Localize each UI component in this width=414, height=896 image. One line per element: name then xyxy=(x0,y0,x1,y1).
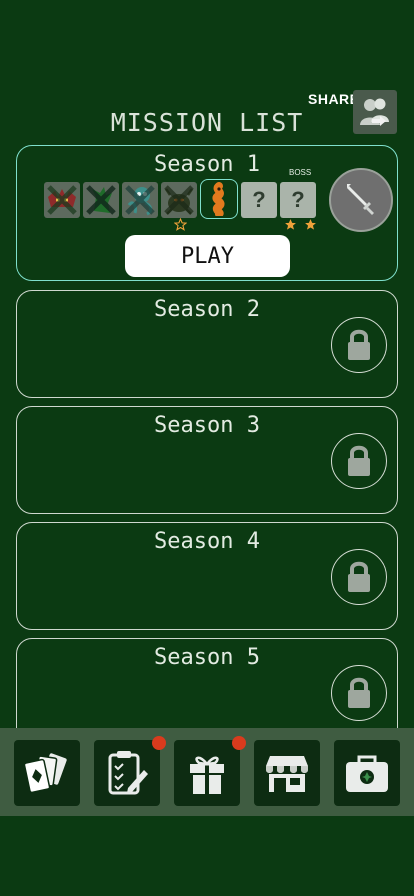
star-filled-icon xyxy=(285,219,296,230)
cards-icon xyxy=(23,753,67,794)
level-list: ? ? xyxy=(44,179,316,219)
nav-gift-button[interactable] xyxy=(174,736,246,806)
season-lock xyxy=(331,665,387,721)
boss-stars xyxy=(284,218,317,234)
medkit-icon xyxy=(346,755,388,792)
battle-button[interactable] xyxy=(329,168,393,232)
notification-badge xyxy=(152,736,166,750)
level-7-boss[interactable]: ? xyxy=(280,182,316,218)
season-card-4[interactable]: Season 4 xyxy=(16,522,398,630)
season-title: Season 1 xyxy=(154,152,260,177)
level-6-locked[interactable]: ? xyxy=(241,182,277,218)
nav-medkit-button[interactable] xyxy=(334,740,400,806)
season-lock xyxy=(331,549,387,605)
dark-beetle-icon xyxy=(164,185,194,215)
star-outline-icon xyxy=(173,217,188,231)
nav-shop-button[interactable] xyxy=(254,740,320,806)
season-lock xyxy=(331,317,387,373)
sword-icon xyxy=(347,184,374,215)
level-4-stars xyxy=(173,217,188,234)
orange-worm-icon xyxy=(212,182,225,216)
lock-icon xyxy=(348,677,370,708)
season-card-1: Season 1 BOSS ? ? PLAY xyxy=(16,145,398,281)
blue-octopus-icon xyxy=(125,185,155,216)
level-3[interactable] xyxy=(122,182,158,218)
page-title: MISSION LIST xyxy=(110,108,304,137)
lock-icon xyxy=(348,561,370,592)
bottom-nav xyxy=(0,728,414,816)
shop-icon xyxy=(266,756,308,792)
season-card-3[interactable]: Season 3 xyxy=(16,406,398,514)
clipboard-checklist-icon xyxy=(108,751,148,795)
season-title: Season 3 xyxy=(154,413,260,438)
notification-badge xyxy=(232,736,246,750)
boss-label: BOSS xyxy=(289,168,312,177)
nav-missions-button[interactable] xyxy=(94,736,166,806)
level-2[interactable] xyxy=(83,182,119,218)
season-lock xyxy=(331,433,387,489)
level-5-current[interactable] xyxy=(200,179,238,219)
question-mark-icon: ? xyxy=(252,187,266,212)
question-mark-icon: ? xyxy=(291,187,305,212)
season-title: Season 2 xyxy=(154,297,260,322)
lock-icon xyxy=(348,329,370,360)
green-creature-icon xyxy=(86,185,116,215)
level-4[interactable] xyxy=(161,182,197,218)
level-1[interactable] xyxy=(44,182,80,218)
gift-icon xyxy=(190,756,224,794)
play-button[interactable]: PLAY xyxy=(125,235,290,277)
season-card-2[interactable]: Season 2 xyxy=(16,290,398,398)
season-title: Season 5 xyxy=(154,645,260,670)
nav-cards-button[interactable] xyxy=(14,740,80,806)
bat-monster-icon xyxy=(47,185,77,215)
share-label[interactable]: SHARE xyxy=(308,91,360,107)
lock-icon xyxy=(348,445,370,476)
star-filled-icon xyxy=(305,219,317,230)
season-title: Season 4 xyxy=(154,529,260,554)
